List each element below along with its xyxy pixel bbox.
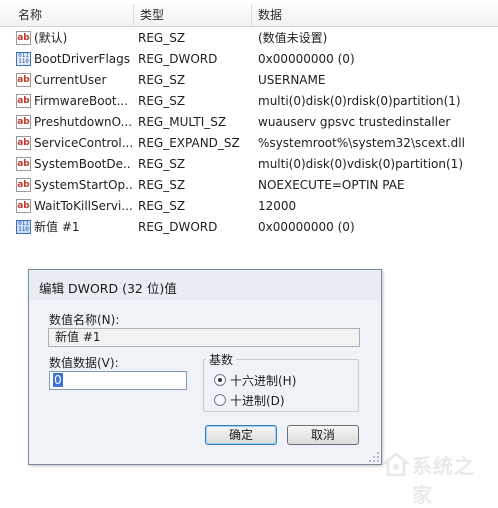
string-value-icon: ab [16,157,31,171]
table-row[interactable]: ab SystemBootDe... REG_SZ multi(0)disk(0… [0,154,498,175]
value-data: USERNAME [258,73,326,87]
string-value-icon: ab [16,94,31,108]
dialog-title: 编辑 DWORD (32 位)值 [39,281,177,296]
value-name: CurrentUser [34,73,107,87]
resize-grip-icon[interactable] [369,452,379,462]
value-name: SystemBootDe... [34,157,132,171]
value-name: FirmwareBoot... [34,94,129,108]
value-name: 新值 #1 [34,220,80,234]
table-row[interactable]: ab CurrentUser REG_SZ USERNAME [0,70,498,91]
ok-button[interactable]: 确定 [205,425,277,445]
value-type: REG_EXPAND_SZ [138,136,240,150]
value-data: (数值未设置) [258,31,328,45]
value-type: REG_MULTI_SZ [138,115,227,129]
column-header-type[interactable]: 类型 [134,4,252,26]
hex-radio-label[interactable]: 十六进制(H) [230,372,296,389]
value-data: 0x00000000 (0) [258,220,355,234]
value-name: SystemStartOp... [34,178,132,192]
value-name: (默认) [34,31,68,45]
string-value-icon: ab [16,31,31,45]
value-data: multi(0)disk(0)vdisk(0)partition(1) [258,157,463,171]
value-type: REG_SZ [138,178,186,192]
string-value-icon: ab [16,178,31,192]
dec-radio-label[interactable]: 十进制(D) [230,392,285,409]
table-row[interactable]: ab PreshutdownO... REG_MULTI_SZ wuauserv… [0,112,498,133]
table-row[interactable]: ab FirmwareBoot... REG_SZ multi(0)disk(0… [0,91,498,112]
edit-dword-dialog: 编辑 DWORD (32 位)值 数值名称(N): 新值 #1 数值数据(V):… [28,269,382,465]
list-header: 名称 类型 数据 [0,4,498,27]
value-type: REG_SZ [138,73,186,87]
dec-radio[interactable] [214,394,226,406]
value-type: REG_SZ [138,199,186,213]
value-data: NOEXECUTE=OPTIN PAE [258,178,405,192]
house-icon [382,452,410,477]
value-data: 12000 [258,199,297,213]
dialog-titlebar[interactable]: 编辑 DWORD (32 位)值 [29,270,381,300]
string-value-icon: ab [16,115,31,129]
binary-value-icon: 011 110 [16,220,31,234]
table-row[interactable]: ab WaitToKillServi... REG_SZ 12000 [0,196,498,217]
base-label: 基数 [206,351,237,368]
value-name-text: 新值 #1 [55,330,101,344]
value-name: ServiceControl... [34,136,132,150]
value-data: 0x00000000 (0) [258,52,355,66]
value-data: %systemroot%\system32\scext.dll [258,136,465,150]
value-name: BootDriverFlags [34,52,131,66]
table-row-selected[interactable]: 011 110 新值 #1 REG_DWORD 0x00000000 (0) [0,217,498,238]
value-name-field: 新值 #1 [48,328,360,347]
table-row[interactable]: ab SystemStartOp... REG_SZ NOEXECUTE=OPT… [0,175,498,196]
value-data-text: 0 [53,373,63,387]
column-header-data[interactable]: 数据 [252,4,498,26]
value-data-label: 数值数据(V): [49,356,119,370]
watermark-logo: 系统之家 [382,444,494,507]
value-type: REG_SZ [138,31,186,45]
value-data-input[interactable]: 0 [49,371,187,390]
cancel-button[interactable]: 取消 [287,425,359,445]
string-value-icon: ab [16,136,31,150]
table-row[interactable]: 011 110 BootDriverFlags REG_DWORD 0x00000… [0,49,498,70]
value-type: REG_DWORD [138,220,218,234]
value-name: PreshutdownO... [34,115,132,129]
value-name: WaitToKillServi... [34,199,132,213]
radio-selected-dot [218,378,222,382]
hex-radio[interactable] [214,374,226,386]
table-row[interactable]: ab (默认) REG_SZ (数值未设置) [0,28,498,49]
binary-value-icon: 011 110 [16,52,31,66]
value-type: REG_SZ [138,157,186,171]
value-type: REG_DWORD [138,52,218,66]
column-header-name[interactable]: 名称 [12,4,134,26]
value-data: multi(0)disk(0)rdisk(0)partition(1) [258,94,461,108]
string-value-icon: ab [16,199,31,213]
watermark-text: 系统之家 [412,454,475,507]
value-name-label: 数值名称(N): [49,313,120,327]
value-type: REG_SZ [138,94,186,108]
value-data: wuauserv gpsvc trustedinstaller [258,115,451,129]
table-row[interactable]: ab ServiceControl... REG_EXPAND_SZ %syst… [0,133,498,154]
string-value-icon: ab [16,73,31,87]
